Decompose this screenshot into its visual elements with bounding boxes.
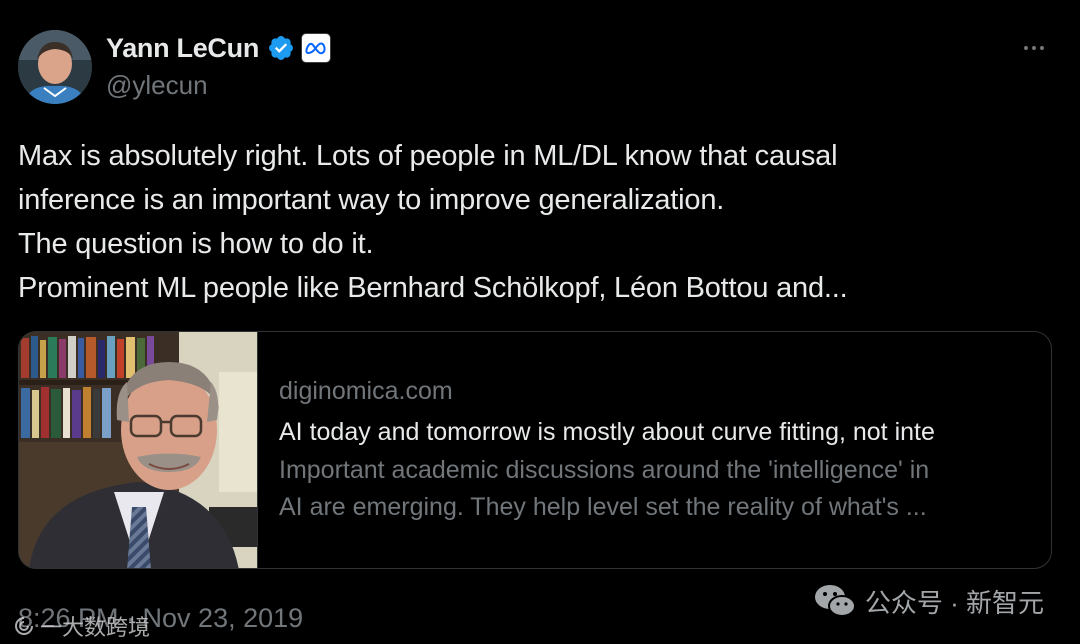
display-name[interactable]: Yann LeCun	[106, 33, 259, 64]
card-description-line: Important academic discussions around th…	[279, 456, 930, 484]
watermark-right: 公众号 · 新智元	[813, 582, 1044, 620]
profile-photo	[18, 30, 92, 104]
link-card[interactable]: diginomica.com AI today and tomorrow is …	[18, 331, 1052, 569]
card-description-line: AI are emerging. They help level set the…	[279, 493, 927, 521]
meta-logo-icon[interactable]	[301, 33, 332, 63]
verified-badge-icon[interactable]	[267, 34, 295, 62]
wechat-icon	[814, 585, 856, 617]
watermark-swirl-icon	[15, 617, 33, 635]
tweet-line: The question is how to do it.	[18, 228, 374, 260]
avatar[interactable]	[18, 30, 92, 104]
card-image	[19, 332, 257, 568]
tweet: Yann LeCun @ylecun Max is absolutely rig…	[0, 0, 1080, 644]
more-horizontal-icon[interactable]	[1016, 34, 1052, 62]
name-row: Yann LeCun	[106, 28, 332, 68]
handle[interactable]: @ylecun	[106, 68, 331, 102]
card-body: diginomica.com AI today and tomorrow is …	[279, 372, 1039, 526]
watermark-right-text: 公众号 · 新智元	[864, 587, 1044, 618]
tweet-text: Max is absolutely right. Lots of people …	[18, 134, 1058, 310]
tweet-line: inference is an important way to improve…	[18, 184, 725, 216]
tweet-line: Max is absolutely right. Lots of people …	[18, 140, 838, 172]
watermark-left-text: 一大数跨境	[40, 615, 151, 640]
watermark-left: 一大数跨境	[14, 610, 150, 642]
tweet-line: Prominent ML people like Bernhard Schölk…	[18, 272, 848, 304]
card-description: Important academic discussions around th…	[279, 452, 1039, 526]
author-block: Yann LeCun @ylecun	[106, 28, 332, 102]
card-title: AI today and tomorrow is mostly about cu…	[279, 418, 935, 446]
card-divider	[257, 332, 258, 568]
card-domain: diginomica.com	[279, 377, 453, 405]
